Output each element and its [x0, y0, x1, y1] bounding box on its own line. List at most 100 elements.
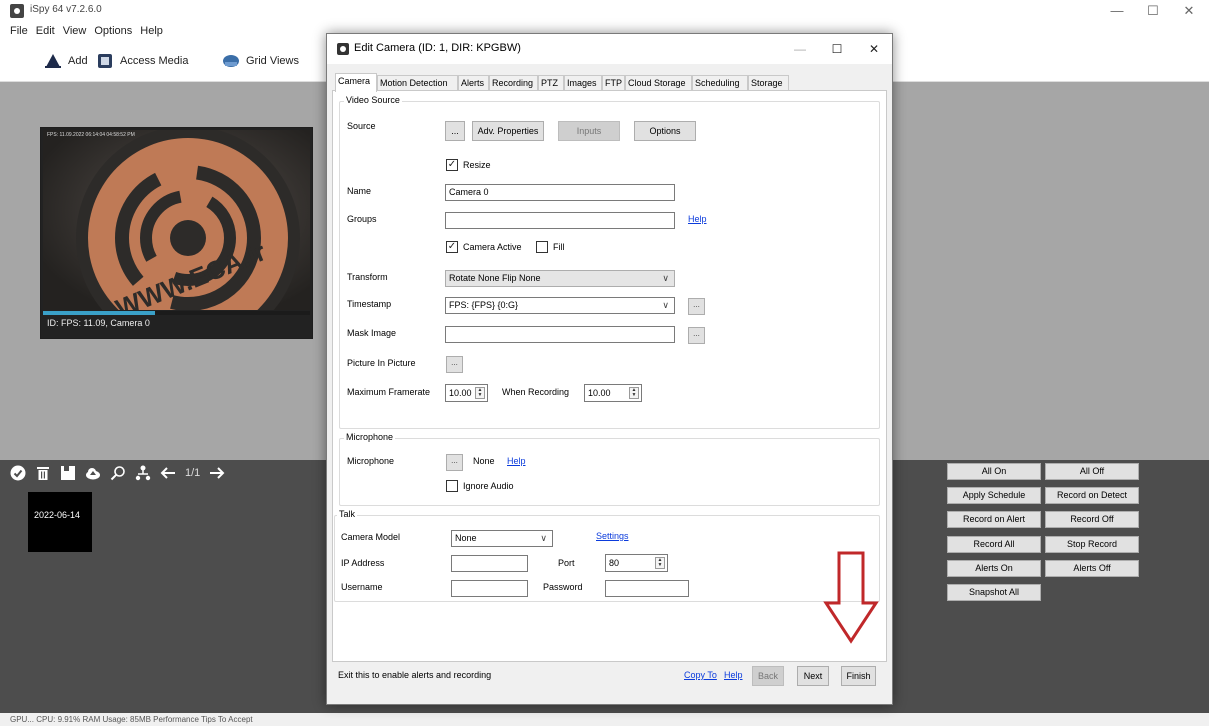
timestamp-dropdown[interactable]: FPS: {FPS} {0:G} ∨ [445, 297, 675, 314]
arrow-right-icon[interactable] [209, 465, 225, 481]
dialog-titlebar[interactable]: Edit Camera (ID: 1, DIR: KPGBW) — ☐ ✕ [327, 34, 892, 64]
camera-feed-image: WWW.ECA.ir [76, 130, 300, 310]
password-field[interactable] [605, 580, 689, 597]
groups-field[interactable] [445, 212, 675, 229]
max-framerate-spinner[interactable]: 10.00 ▲ ▼ [445, 384, 488, 402]
camera-activity-bar [43, 311, 310, 315]
check-circle-icon[interactable] [10, 465, 26, 481]
ignore-audio-checkbox[interactable] [446, 480, 458, 492]
access-media-button[interactable]: Access Media [96, 52, 188, 70]
source-browse-button[interactable]: ... [445, 121, 465, 141]
inputs-button[interactable]: Inputs [558, 121, 620, 141]
options-button[interactable]: Options [634, 121, 696, 141]
microphone-browse-button[interactable]: ... [446, 454, 463, 471]
when-recording-spinner[interactable]: 10.00 ▲ ▼ [584, 384, 642, 402]
tab-ftp[interactable]: FTP [602, 75, 625, 91]
camera-activity-fill [43, 311, 156, 315]
when-recording-value: 10.00 [588, 388, 611, 398]
tab-alerts[interactable]: Alerts [458, 75, 489, 91]
dialog-minimize-button[interactable]: — [785, 40, 815, 58]
finish-button[interactable]: Finish [841, 666, 876, 686]
menu-help[interactable]: Help [136, 22, 167, 40]
camera-tile[interactable]: WWW.ECA.ir FPS: 11.09.2022 06:14:04 04:5… [40, 127, 313, 339]
alerts-on-button[interactable]: Alerts On [947, 560, 1041, 577]
camera-active-checkbox[interactable]: ✓ [446, 241, 458, 253]
tab-images[interactable]: Images [564, 75, 602, 91]
all-on-button[interactable]: All On [947, 463, 1041, 480]
camera-feed: WWW.ECA.ir FPS: 11.09.2022 06:14:04 04:5… [43, 130, 310, 310]
menu-options[interactable]: Options [90, 22, 136, 40]
picture-in-picture-button[interactable]: ... [446, 356, 463, 373]
mask-image-field[interactable] [445, 326, 675, 343]
chevron-down-icon: ∨ [540, 533, 547, 543]
all-off-button[interactable]: All Off [1045, 463, 1139, 480]
copy-to-link[interactable]: Copy To [684, 670, 717, 680]
next-button[interactable]: Next [797, 666, 829, 686]
transform-value: Rotate None Flip None [449, 273, 541, 283]
max-framerate-label: Maximum Framerate [347, 387, 431, 397]
back-button[interactable]: Back [752, 666, 784, 686]
tab-scheduling[interactable]: Scheduling [692, 75, 748, 91]
add-button[interactable]: Add [44, 52, 88, 70]
talk-legend: Talk [337, 509, 358, 519]
record-on-detect-button[interactable]: Record on Detect [1045, 487, 1139, 504]
tab-cloud-storage[interactable]: Cloud Storage [625, 75, 692, 91]
chevron-down-icon: ∨ [662, 273, 669, 283]
fill-checkbox[interactable] [536, 241, 548, 253]
username-field[interactable] [451, 580, 528, 597]
alerts-off-button[interactable]: Alerts Off [1045, 560, 1139, 577]
tab-recording[interactable]: Recording [489, 75, 538, 91]
spinner-arrows-icon[interactable]: ▲ ▼ [655, 557, 665, 569]
dialog-maximize-button[interactable]: ☐ [822, 40, 852, 58]
record-on-alert-button[interactable]: Record on Alert [947, 511, 1041, 528]
timestamp-browse-button[interactable]: ... [688, 298, 705, 315]
microphone-help-link[interactable]: Help [507, 456, 526, 466]
cloud-upload-icon[interactable] [85, 465, 101, 481]
groups-label: Groups [347, 214, 377, 224]
dialog-close-button[interactable]: ✕ [859, 40, 889, 58]
arrow-left-icon[interactable] [160, 465, 176, 481]
menu-edit[interactable]: Edit [32, 22, 59, 40]
source-label: Source [347, 121, 376, 131]
talk-settings-link[interactable]: Settings [596, 531, 629, 541]
network-icon[interactable] [135, 465, 151, 481]
main-titlebar: iSpy 64 v7.2.6.0 — ☐ ✕ [0, 0, 1209, 22]
footer-help-link[interactable]: Help [724, 670, 743, 680]
video-source-legend: Video Source [344, 95, 402, 105]
search-icon[interactable] [110, 465, 126, 481]
menu-file[interactable]: File [6, 22, 32, 40]
name-field[interactable]: Camera 0 [445, 184, 675, 201]
menu-view[interactable]: View [59, 22, 91, 40]
tab-storage[interactable]: Storage [748, 75, 789, 91]
date-chip[interactable]: 2022-06-14 [28, 492, 92, 552]
resize-label: Resize [463, 160, 491, 170]
camera-model-dropdown[interactable]: None ∨ [451, 530, 553, 547]
adv-properties-button[interactable]: Adv. Properties [472, 121, 544, 141]
record-off-button[interactable]: Record Off [1045, 511, 1139, 528]
snapshot-all-button[interactable]: Snapshot All [947, 584, 1041, 601]
maximize-button[interactable]: ☐ [1136, 2, 1170, 20]
spinner-arrows-icon[interactable]: ▲ ▼ [629, 387, 639, 399]
resize-checkbox[interactable]: ✓ [446, 159, 458, 171]
record-all-button[interactable]: Record All [947, 536, 1041, 553]
tab-ptz[interactable]: PTZ [538, 75, 564, 91]
stop-record-button[interactable]: Stop Record [1045, 536, 1139, 553]
username-label: Username [341, 582, 383, 592]
apply-schedule-button[interactable]: Apply Schedule [947, 487, 1041, 504]
transform-label: Transform [347, 272, 388, 282]
groups-help-link[interactable]: Help [688, 214, 707, 224]
close-button[interactable]: ✕ [1172, 2, 1206, 20]
tab-camera[interactable]: Camera [335, 73, 377, 92]
grid-views-button[interactable]: Grid Views [222, 52, 299, 70]
spinner-arrows-icon[interactable]: ▲ ▼ [475, 387, 485, 399]
transform-dropdown[interactable]: Rotate None Flip None ∨ [445, 270, 675, 287]
port-spinner[interactable]: 80 ▲ ▼ [605, 554, 668, 572]
chevron-down-icon: ∨ [662, 300, 669, 310]
save-icon[interactable] [60, 465, 76, 481]
ip-address-field[interactable] [451, 555, 528, 572]
tab-motion-detection[interactable]: Motion Detection [377, 75, 458, 91]
minimize-button[interactable]: — [1100, 2, 1134, 20]
mask-image-browse-button[interactable]: ... [688, 327, 705, 344]
password-label: Password [543, 582, 583, 592]
trash-icon[interactable] [35, 465, 51, 481]
